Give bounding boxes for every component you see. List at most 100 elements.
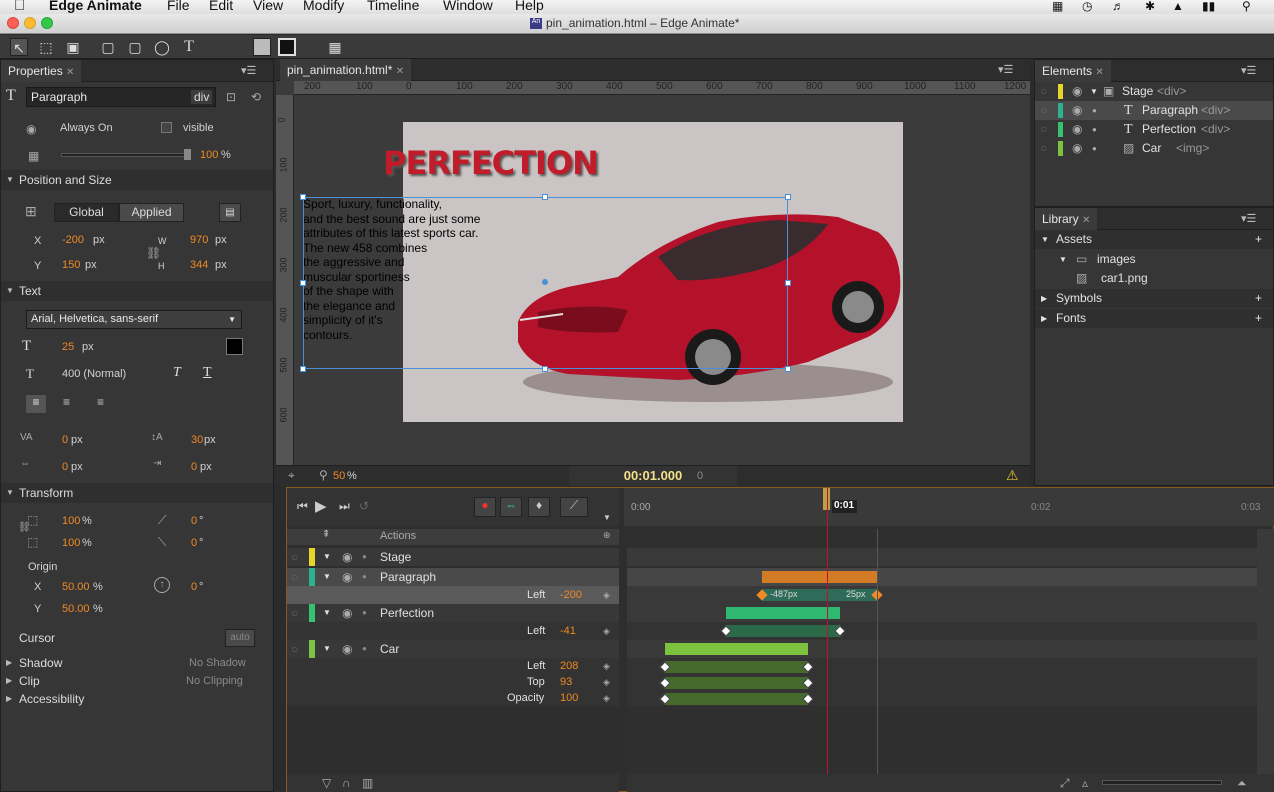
battery-icon[interactable]: ▮▮ [1202,0,1215,13]
lock-icon[interactable]: ○ [1040,101,1047,120]
close-icon[interactable]: ✕ [1095,67,1103,78]
scale-y-value[interactable]: 100 [62,537,80,549]
app-menu[interactable]: Edge Animate [49,0,142,13]
minimize-window-button[interactable] [24,17,36,29]
transform-tool-icon[interactable]: ⬚ [37,38,55,56]
menu-file[interactable]: File [167,0,190,13]
timeline-zoom-slider[interactable] [1102,780,1222,785]
elements-row-paragraph[interactable]: ○ ◉ ● T Paragraph <div> [1035,101,1273,120]
align-left-icon[interactable]: ≡ [26,395,46,413]
transform-section[interactable]: ▼ Transform [1,483,273,503]
lock-icon[interactable]: ○ [291,640,298,658]
global-button[interactable]: Global [54,203,119,222]
origin-y-value[interactable]: 50.00 [62,603,90,615]
spotlight-icon[interactable]: ⚲ [1242,0,1251,13]
clock-icon[interactable]: ◷ [1082,0,1092,13]
rotate-icon[interactable]: ↑ [154,577,170,593]
keyframe-toggle-icon[interactable]: ◈ [603,690,610,706]
paragraph-transition-bar[interactable] [762,571,877,583]
property-value[interactable]: 100 [560,690,578,706]
library-images-folder[interactable]: ▼ ▭ images [1035,250,1273,269]
menu-help[interactable]: Help [515,0,544,13]
property-value[interactable]: -200 [560,586,582,604]
fill-color-swatch[interactable] [253,38,271,56]
tab-document[interactable]: pin_animation.html* ✕ [280,59,412,81]
opacity-slider[interactable] [61,153,191,157]
size-settings-icon[interactable]: ▤ [219,203,241,222]
menu-timeline[interactable]: Timeline [367,0,419,13]
library-fonts-section[interactable]: ▶ Fonts + [1035,309,1273,328]
menu-edit[interactable]: Edit [209,0,233,13]
align-right-icon[interactable]: ≡ [97,395,104,409]
cursor-select[interactable]: auto [225,629,255,647]
element-tag-select[interactable]: div [191,90,213,104]
add-icon[interactable]: + [1255,230,1262,249]
resize-handle[interactable] [785,366,791,372]
timeline-property-paragraph-left[interactable]: Left -200 ◈ [287,586,619,604]
lock-icon[interactable]: ○ [1040,120,1047,139]
timeline-property-perfection-left[interactable]: Left -41 ◈ [287,622,619,640]
elements-row-stage[interactable]: ○ ◉ ▼ ▣ Stage <div> [1035,82,1273,101]
magnet-icon[interactable]: ∩ [342,776,351,790]
lock-icon[interactable]: ○ [1040,139,1047,158]
panel-menu-icon[interactable]: ▾☰ [241,64,256,77]
volume-icon[interactable]: ♬ [1112,0,1124,13]
close-icon[interactable]: ✕ [396,66,404,77]
eye-icon[interactable]: ◉ [1072,139,1082,158]
current-time-display[interactable]: 00:01.000 [569,466,737,486]
close-icon[interactable]: ✕ [1082,215,1090,226]
w-value[interactable]: 970 [190,234,208,246]
link-icon[interactable]: ⊡ [226,90,236,104]
filter-icon[interactable]: ▽ [322,776,331,790]
link-scale-icon[interactable]: ⛓ [18,522,31,533]
paragraph-left-transition[interactable]: -487px 25px [762,589,877,601]
property-value[interactable]: 93 [560,674,572,690]
zoom-window-button[interactable] [41,17,53,29]
add-action-icon[interactable]: ⊕ [603,530,611,541]
collapse-triangle-icon[interactable]: ▼ [323,640,331,658]
perfection-headline[interactable]: PERFECTION [383,144,599,182]
scale-x-value[interactable]: 100 [62,515,80,527]
ellipse-tool-icon[interactable]: ◯ [153,38,171,56]
resize-handle[interactable] [300,280,306,286]
keyframe-toggle-icon[interactable]: ◈ [603,622,610,640]
close-window-button[interactable] [7,17,19,29]
h-value[interactable]: 344 [190,259,208,271]
font-size-value[interactable]: 25 [62,341,74,353]
timeline-row-stage[interactable]: ○ ▼ ◉ ● Stage [287,548,619,566]
stroke-color-swatch[interactable] [278,38,296,56]
menu-view[interactable]: View [253,0,283,13]
timeline-tracks[interactable]: -487px 25px [627,488,1257,774]
underline-icon[interactable]: T [203,365,212,381]
lock-icon[interactable]: ○ [291,568,298,586]
resize-handle[interactable] [300,194,306,200]
eye-icon[interactable]: ◉ [342,640,352,658]
timeline-property-car-left[interactable]: Left 208 ◈ [287,658,619,674]
text-indent-value[interactable]: 0 [191,461,197,473]
timeline-ruler[interactable]: 0:00 0:01 0:02 0:03 [624,488,1274,526]
eye-icon[interactable]: ◉ [342,548,352,566]
rotate-value[interactable]: 0 [191,581,197,593]
position-size-section[interactable]: ▼ Position and Size [1,170,273,190]
car-left-transition[interactable] [665,661,808,673]
elements-row-car[interactable]: ○ ◉ ● ▨ Car <img> [1035,139,1273,158]
panel-menu-icon[interactable]: ▾☰ [1241,212,1256,225]
x-value[interactable]: -200 [62,234,84,246]
zoom-in-icon[interactable]: ⏶ [1237,776,1247,791]
eye-icon[interactable]: ◉ [1072,120,1082,139]
eye-icon[interactable]: ◉ [342,604,352,622]
resize-handle[interactable] [300,366,306,372]
selection-tool-icon[interactable]: ↖ [10,38,28,56]
tab-library[interactable]: Library ✕ [1035,208,1098,230]
wifi-icon[interactable]: ▲ [1172,0,1184,13]
skew-y-value[interactable]: 0 [191,537,197,549]
resize-handle[interactable] [542,366,548,372]
chevron-down-icon[interactable]: ▼ [603,513,611,522]
menu-window[interactable]: Window [443,0,493,13]
display-select[interactable]: Always On [60,122,113,134]
font-family-select[interactable]: Arial, Helvetica, sans-serif ▼ [26,310,242,329]
y-value[interactable]: 150 [62,259,80,271]
text-tool-icon[interactable]: T [180,38,198,56]
vertical-scrollbar[interactable] [1257,529,1274,774]
perfection-left-transition[interactable] [726,625,840,637]
